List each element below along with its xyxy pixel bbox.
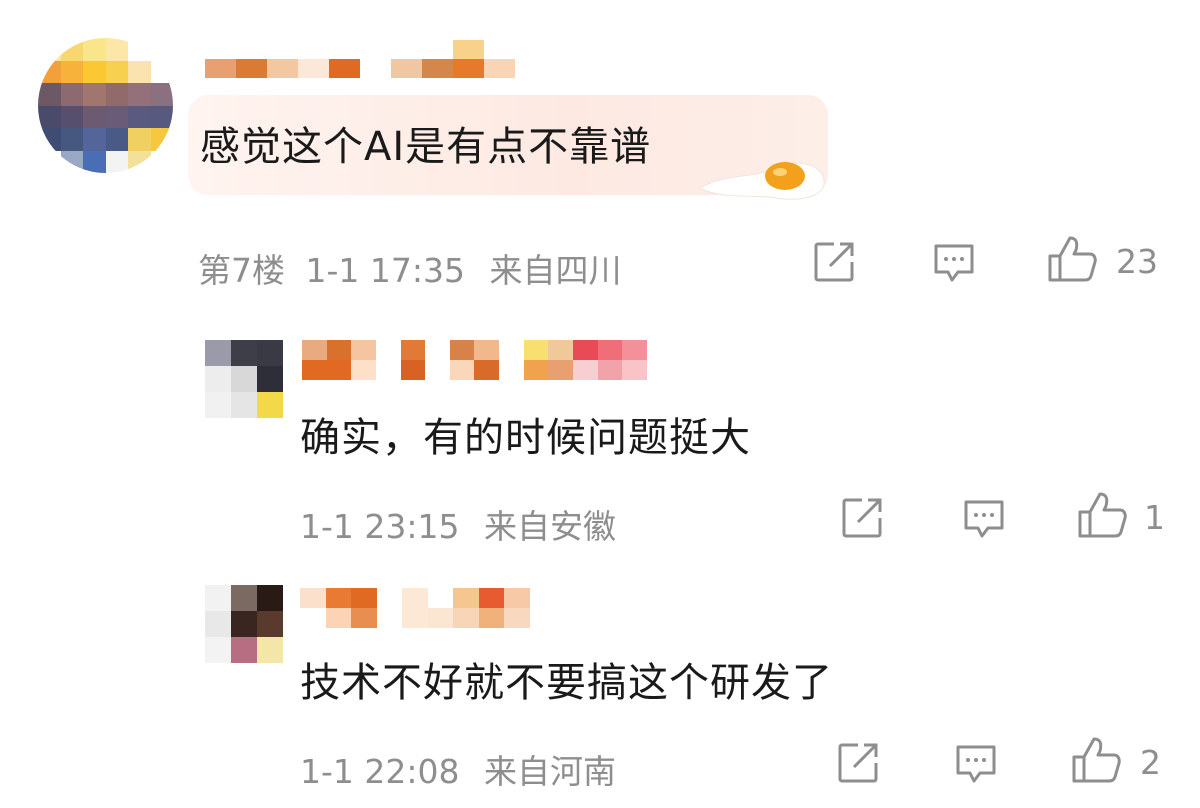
comment-text: 确实，有的时候问题挺大 [300, 415, 751, 461]
comment-location: 来自安徽 [484, 507, 616, 546]
fried-egg-icon [699, 162, 825, 200]
comment-meta: 1-1 23:15 来自安徽 [300, 500, 616, 548]
thumbs-up-icon[interactable] [1070, 735, 1122, 785]
share-icon[interactable] [836, 741, 880, 785]
reply-comment-icon[interactable] [962, 496, 1006, 540]
like-count: 1 [1144, 498, 1165, 537]
floor-number: 第7楼 [198, 251, 285, 290]
avatar[interactable] [205, 585, 283, 663]
avatar[interactable] [205, 340, 283, 418]
thumbs-up-icon[interactable] [1076, 490, 1128, 540]
username-redacted[interactable] [300, 588, 530, 628]
share-icon[interactable] [812, 240, 856, 284]
comment-location: 来自四川 [489, 251, 622, 290]
avatar[interactable] [38, 38, 173, 173]
thumbs-up-icon[interactable] [1046, 234, 1098, 284]
comment-time: 1-1 22:08 [300, 752, 460, 791]
comment-meta: 第7楼 1-1 17:35 来自四川 [198, 244, 622, 292]
like-count: 23 [1116, 242, 1158, 281]
comment-time: 1-1 23:15 [300, 507, 460, 546]
reply-comment-icon[interactable] [954, 741, 998, 785]
like-count: 2 [1140, 743, 1161, 782]
reply-comment-icon[interactable] [932, 240, 976, 284]
share-icon[interactable] [840, 496, 884, 540]
comment-location: 来自河南 [484, 752, 616, 791]
comment-text: 感觉这个AI是有点不靠谱 [200, 124, 652, 170]
username-redacted[interactable] [205, 40, 515, 78]
comment-meta: 1-1 22:08 来自河南 [300, 745, 616, 793]
comment-time: 1-1 17:35 [305, 251, 466, 290]
comment-text: 技术不好就不要搞这个研发了 [300, 660, 833, 706]
username-redacted[interactable] [302, 340, 647, 380]
